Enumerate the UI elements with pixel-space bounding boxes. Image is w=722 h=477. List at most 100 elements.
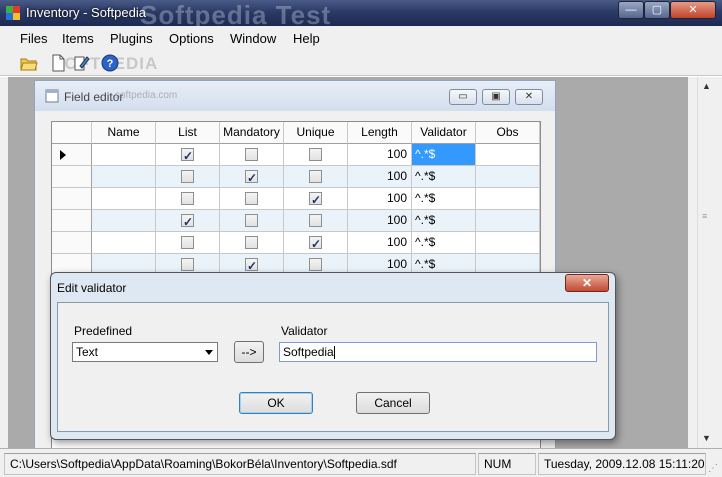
unique-checkbox[interactable]	[309, 214, 322, 227]
menu-bar: Files Items Plugins Options Window Help	[0, 26, 722, 50]
menu-options[interactable]: Options	[169, 31, 214, 46]
cell-validator[interactable]: ^.*$	[412, 188, 476, 210]
cell-length[interactable]: 100	[348, 188, 412, 210]
mandatory-checkbox[interactable]	[245, 192, 258, 205]
cell-validator[interactable]: ^.*$	[412, 232, 476, 254]
cell-validator[interactable]: ^.*$	[412, 210, 476, 232]
text-caret	[333, 346, 335, 360]
cell-list[interactable]	[156, 166, 220, 188]
mandatory-checkbox[interactable]	[245, 214, 258, 227]
minimize-button[interactable]: —	[618, 1, 644, 19]
row-header[interactable]	[52, 210, 92, 232]
app-icon	[6, 6, 20, 20]
cell-list[interactable]	[156, 188, 220, 210]
child-close-button[interactable]: ✕	[515, 89, 543, 105]
menu-files[interactable]: Files	[20, 31, 47, 46]
menu-window[interactable]: Window	[230, 31, 276, 46]
predefined-select[interactable]: Text	[72, 342, 218, 362]
unique-checkbox[interactable]	[309, 148, 322, 161]
cell-obs[interactable]	[476, 232, 540, 254]
cell-unique[interactable]	[284, 144, 348, 166]
cell-length[interactable]: 100	[348, 144, 412, 166]
list-checkbox[interactable]	[181, 212, 194, 233]
cell-name[interactable]	[92, 144, 156, 166]
cell-unique[interactable]	[284, 232, 348, 255]
unique-checkbox[interactable]	[309, 170, 322, 183]
cell-length[interactable]: 100	[348, 166, 412, 188]
unique-checkbox[interactable]	[309, 258, 322, 271]
validator-input[interactable]: Softpedia	[279, 342, 597, 362]
menu-help[interactable]: Help	[293, 31, 320, 46]
cell-list[interactable]	[156, 210, 220, 233]
scroll-up-icon[interactable]: ▲	[702, 81, 711, 91]
resize-grip-icon[interactable]: ⋰	[708, 463, 718, 474]
help-icon[interactable]: ?	[101, 54, 119, 72]
row-header[interactable]	[52, 144, 92, 166]
list-checkbox[interactable]	[181, 146, 194, 167]
cell-length[interactable]: 100	[348, 232, 412, 254]
cell-name[interactable]	[92, 210, 156, 232]
cell-obs[interactable]	[476, 210, 540, 232]
cell-list[interactable]	[156, 232, 220, 254]
mandatory-checkbox[interactable]	[245, 148, 258, 161]
cell-mandatory[interactable]	[220, 232, 284, 254]
column-header-length[interactable]: Length	[348, 122, 412, 144]
cell-unique[interactable]	[284, 210, 348, 232]
open-folder-icon[interactable]	[20, 54, 38, 72]
cancel-button[interactable]: Cancel	[356, 392, 430, 414]
column-header-name[interactable]: Name	[92, 122, 156, 144]
unique-checkbox[interactable]	[309, 190, 322, 211]
ok-button[interactable]: OK	[239, 392, 313, 414]
cell-mandatory[interactable]	[220, 210, 284, 232]
close-button[interactable]: ✕	[670, 1, 716, 19]
cell-name[interactable]	[92, 232, 156, 254]
predefined-label: Predefined	[74, 324, 133, 338]
cell-list[interactable]	[156, 144, 220, 167]
column-header-mandatory[interactable]: Mandatory	[220, 122, 284, 144]
current-row-arrow-icon	[60, 150, 66, 160]
vertical-scrollbar[interactable]: ▲ ≡ ▼	[697, 77, 714, 448]
row-header[interactable]	[52, 166, 92, 188]
cell-mandatory[interactable]	[220, 144, 284, 166]
list-checkbox[interactable]	[181, 258, 194, 271]
cell-mandatory[interactable]	[220, 166, 284, 189]
cell-name[interactable]	[92, 188, 156, 210]
child-restore-button[interactable]: ▣	[482, 89, 510, 105]
cell-name[interactable]	[92, 166, 156, 188]
new-document-icon[interactable]	[49, 54, 67, 72]
column-header-unique[interactable]: Unique	[284, 122, 348, 144]
cell-unique[interactable]	[284, 188, 348, 211]
validator-value: Softpedia	[283, 345, 334, 359]
apply-predefined-button[interactable]: -->	[234, 341, 264, 363]
dialog-close-button[interactable]: ✕	[565, 274, 609, 292]
cell-obs[interactable]	[476, 188, 540, 210]
mandatory-checkbox[interactable]	[245, 168, 258, 189]
list-checkbox[interactable]	[181, 236, 194, 249]
edit-icon[interactable]	[72, 54, 90, 72]
cell-validator[interactable]: ^.*$	[412, 144, 476, 166]
menu-plugins[interactable]: Plugins	[110, 31, 153, 46]
column-header-list[interactable]: List	[156, 122, 220, 144]
unique-checkbox[interactable]	[309, 234, 322, 255]
cell-length[interactable]: 100	[348, 210, 412, 232]
row-header[interactable]	[52, 232, 92, 254]
field-editor-watermark: softpedia.com	[115, 90, 178, 101]
cell-unique[interactable]	[284, 166, 348, 188]
maximize-button[interactable]: ▢	[644, 1, 670, 19]
mandatory-checkbox[interactable]	[245, 236, 258, 249]
list-checkbox[interactable]	[181, 170, 194, 183]
cell-validator[interactable]: ^.*$	[412, 166, 476, 188]
column-header-obs[interactable]: Obs	[476, 122, 540, 144]
list-checkbox[interactable]	[181, 192, 194, 205]
menu-items[interactable]: Items	[62, 31, 94, 46]
form-icon	[45, 89, 59, 103]
child-minimize-button[interactable]: ▭	[449, 89, 477, 105]
cell-obs[interactable]	[476, 166, 540, 188]
cell-obs[interactable]	[476, 144, 540, 166]
column-header-validator[interactable]: Validator	[412, 122, 476, 144]
mandatory-checkbox[interactable]	[245, 256, 258, 277]
scroll-down-icon[interactable]: ▼	[702, 433, 711, 443]
cell-mandatory[interactable]	[220, 188, 284, 210]
mdi-left-margin	[0, 77, 8, 448]
row-header[interactable]	[52, 188, 92, 210]
